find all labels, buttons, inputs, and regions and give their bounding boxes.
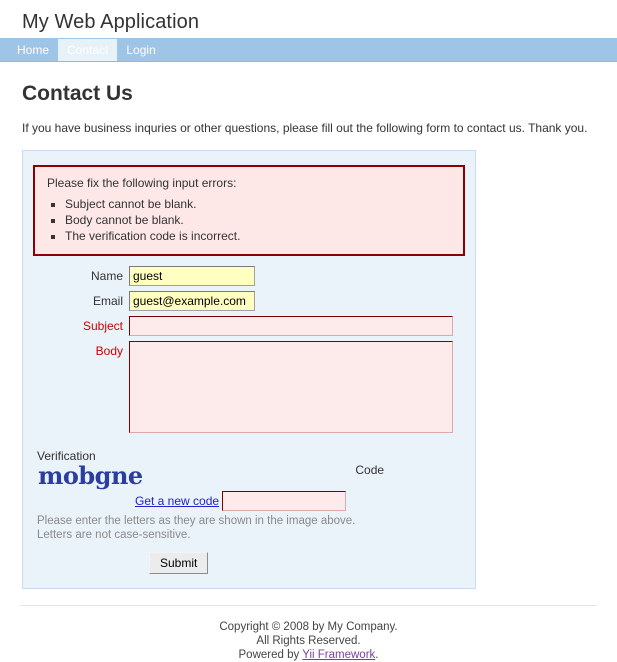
subject-input[interactable]	[129, 316, 453, 336]
body-textarea[interactable]	[129, 341, 453, 433]
site-footer: Copyright © 2008 by My Company. All Righ…	[20, 605, 597, 662]
nav-list: Home Contact Login	[0, 39, 617, 61]
site-logo: My Web Application	[22, 11, 200, 33]
verification-hint-line2: Letters are not case-sensitive.	[37, 529, 191, 541]
form-row-verification: Verification Code mobgne Get a new code …	[23, 441, 475, 542]
footer-powered-suffix: .	[375, 649, 379, 661]
verification-block: mobgne Get a new code Please enter the l…	[37, 463, 355, 542]
verification-hint: Please enter the letters as they are sho…	[37, 514, 355, 542]
label-email: Email	[92, 294, 123, 308]
footer-powered-prefix: Powered by	[238, 649, 303, 661]
label-name: Name	[90, 269, 123, 283]
error-item: The verification code is incorrect.	[65, 228, 451, 244]
page-content: Contact Us If you have business inquries…	[0, 62, 617, 589]
error-item: Body cannot be blank.	[65, 212, 451, 228]
label-verification-line1: Verification	[37, 449, 96, 463]
email-input[interactable]	[129, 291, 255, 311]
error-item: Subject cannot be blank.	[65, 196, 451, 212]
nav-item-contact[interactable]: Contact	[58, 39, 118, 61]
error-list: Subject cannot be blank. Body cannot be …	[47, 196, 451, 244]
label-verification-line2: Code	[355, 463, 385, 477]
intro-text: If you have business inquries or other q…	[22, 121, 588, 135]
captcha-image: mobgne	[38, 461, 143, 490]
nav-link-contact[interactable]: Contact	[58, 39, 118, 61]
form-buttons: Submit	[23, 542, 475, 574]
yii-framework-link[interactable]: Yii Framework	[302, 649, 375, 661]
nav-link-login[interactable]: Login	[117, 39, 164, 61]
contact-form: Please fix the following input errors: S…	[22, 150, 476, 589]
page-title: Contact Us	[22, 82, 133, 105]
name-input[interactable]	[129, 266, 255, 286]
main-navigation: Home Contact Login	[0, 38, 617, 62]
nav-item-login[interactable]: Login	[117, 39, 164, 61]
error-summary: Please fix the following input errors: S…	[33, 165, 465, 256]
form-row-body: Body	[23, 341, 475, 436]
footer-rights: All Rights Reserved.	[256, 635, 361, 647]
get-new-code-link[interactable]: Get a new code	[135, 494, 219, 508]
verification-hint-line1: Please enter the letters as they are sho…	[37, 515, 356, 527]
nav-link-home[interactable]: Home	[8, 39, 58, 61]
site-header: My Web Application	[0, 0, 617, 38]
form-row-name: Name	[23, 266, 475, 286]
label-subject: Subject	[82, 319, 123, 333]
label-body: Body	[95, 344, 123, 358]
error-summary-heading: Please fix the following input errors:	[47, 176, 237, 190]
footer-copyright: Copyright © 2008 by My Company.	[219, 621, 398, 633]
captcha-controls: Get a new code	[37, 491, 355, 511]
nav-item-home[interactable]: Home	[8, 39, 58, 61]
form-row-subject: Subject	[23, 316, 475, 336]
submit-button[interactable]: Submit	[149, 552, 209, 574]
form-row-email: Email	[23, 291, 475, 311]
verification-code-input[interactable]	[222, 491, 347, 511]
